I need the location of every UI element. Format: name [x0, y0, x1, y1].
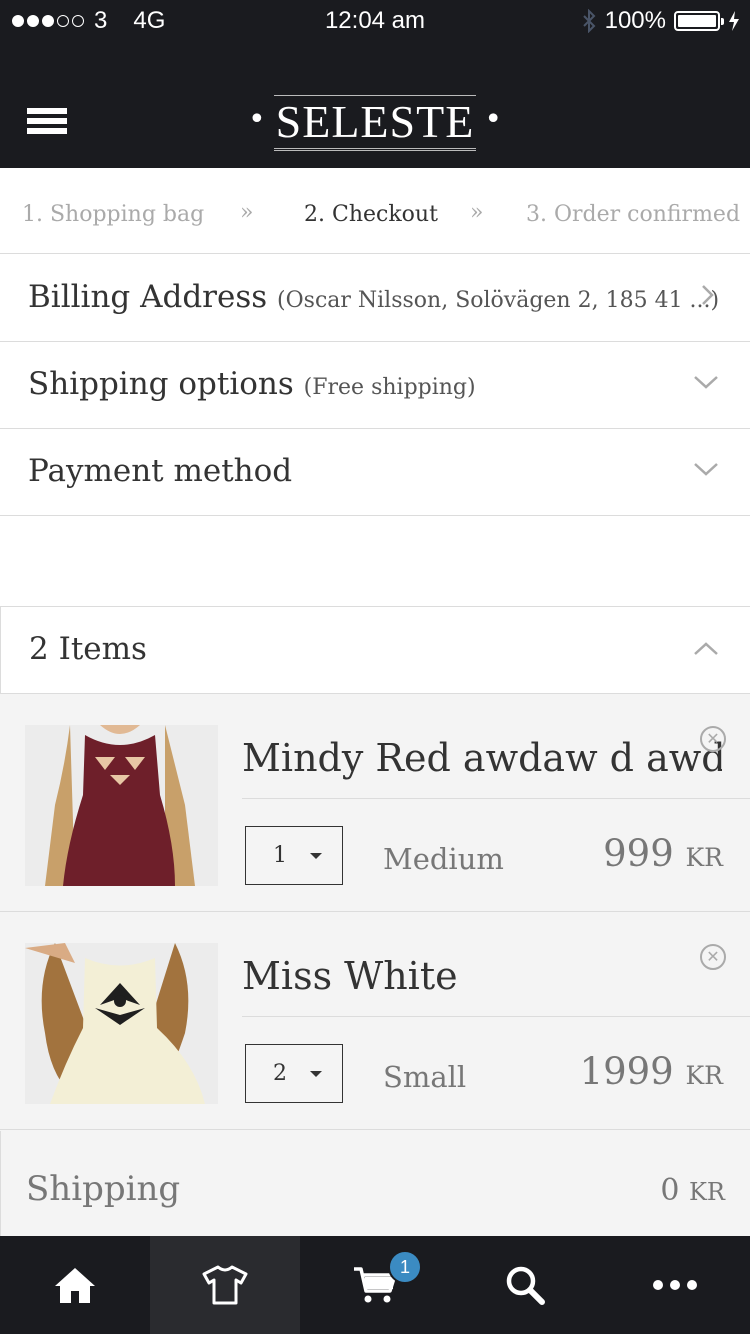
item-divider: [242, 1016, 750, 1017]
shipping-summary-row: Shipping 0 KR: [0, 1131, 750, 1236]
home-icon: [55, 1268, 95, 1303]
bluetooth-icon: [582, 9, 596, 33]
tab-home[interactable]: [0, 1236, 150, 1334]
quantity-select[interactable]: 2: [245, 1044, 343, 1103]
charging-icon: [729, 11, 739, 31]
step-separator-icon: »: [240, 200, 254, 225]
shipping-options-row[interactable]: Shipping options (Free shipping): [0, 342, 750, 429]
cart-count-badge: 1: [388, 1250, 422, 1284]
product-name[interactable]: Mindy Red awdaw d awda...: [242, 736, 722, 780]
caret-down-icon: [310, 1071, 322, 1077]
product-size: Medium: [383, 842, 504, 876]
shipping-cost-value: 0: [660, 1173, 680, 1208]
shipping-options-title: Shipping options: [28, 366, 294, 402]
step-checkout[interactable]: 2. Checkout: [304, 202, 438, 227]
items-count-title: 2 Items: [29, 631, 147, 667]
tab-search[interactable]: [450, 1236, 600, 1334]
price-currency: KR: [685, 843, 724, 872]
price-currency: KR: [685, 1061, 724, 1090]
shipping-label: Shipping: [26, 1169, 181, 1209]
price-value: 1999: [579, 1050, 674, 1093]
tab-cart[interactable]: 1: [300, 1236, 450, 1334]
product-image[interactable]: [25, 725, 218, 886]
step-shopping-bag[interactable]: 1. Shopping bag: [22, 202, 204, 227]
caret-down-icon: [310, 853, 322, 859]
remove-item-icon[interactable]: ✕: [700, 944, 726, 970]
chevron-right-icon: [702, 285, 714, 305]
product-image[interactable]: [25, 943, 218, 1104]
payment-method-title: Payment method: [28, 453, 293, 489]
more-icon: [653, 1280, 697, 1290]
logo-container: • SELESTE •: [0, 95, 750, 151]
battery-percent: 100%: [604, 7, 666, 34]
product-size: Small: [383, 1060, 467, 1094]
price-value: 999: [603, 832, 674, 875]
shipping-options-summary: (Free shipping): [303, 375, 476, 400]
payment-method-row[interactable]: Payment method: [0, 429, 750, 516]
product-price: 1999 KR: [580, 1050, 723, 1093]
step-order-confirmed: 3. Order confirmed: [526, 202, 741, 227]
tab-more[interactable]: [600, 1236, 750, 1334]
cart-item: Miss White ✕ 2 Small 1999 KR: [0, 912, 750, 1130]
cart-item: Mindy Red awdaw d awda... ✕ 1 Medium 999…: [0, 694, 750, 912]
quantity-value: 2: [273, 1061, 287, 1086]
bottom-tab-bar: 1: [0, 1236, 750, 1334]
brand-logo[interactable]: SELESTE: [273, 95, 477, 151]
search-icon: [506, 1266, 545, 1305]
app-header: • SELESTE •: [0, 40, 750, 168]
status-bar: 3 4G 12:04 am 100%: [0, 0, 750, 40]
product-name[interactable]: Miss White: [242, 954, 722, 998]
chevron-up-icon: [694, 642, 718, 655]
tab-shop[interactable]: [150, 1236, 300, 1334]
product-price: 999 KR: [603, 832, 723, 875]
step-separator-icon: »: [470, 200, 484, 225]
remove-item-icon[interactable]: ✕: [700, 726, 726, 752]
checkout-steps: 1. Shopping bag » 2. Checkout » 3. Order…: [0, 168, 750, 254]
billing-address-title: Billing Address: [28, 279, 268, 315]
chevron-down-icon: [694, 463, 718, 476]
items-header[interactable]: 2 Items: [0, 606, 750, 694]
billing-address-summary: (Oscar Nilsson, Solövägen 2, 185 41 ...): [277, 288, 720, 313]
shipping-cost: 0 KR: [660, 1173, 725, 1208]
shirt-icon: [202, 1265, 248, 1305]
quantity-value: 1: [273, 843, 287, 868]
quantity-select[interactable]: 1: [245, 826, 343, 885]
item-divider: [242, 798, 750, 799]
chevron-down-icon: [694, 376, 718, 389]
battery-icon: [674, 11, 724, 31]
shipping-cost-currency: KR: [689, 1178, 725, 1206]
billing-address-row[interactable]: Billing Address (Oscar Nilsson, Solöväge…: [0, 255, 750, 342]
status-right: 100%: [581, 7, 740, 35]
